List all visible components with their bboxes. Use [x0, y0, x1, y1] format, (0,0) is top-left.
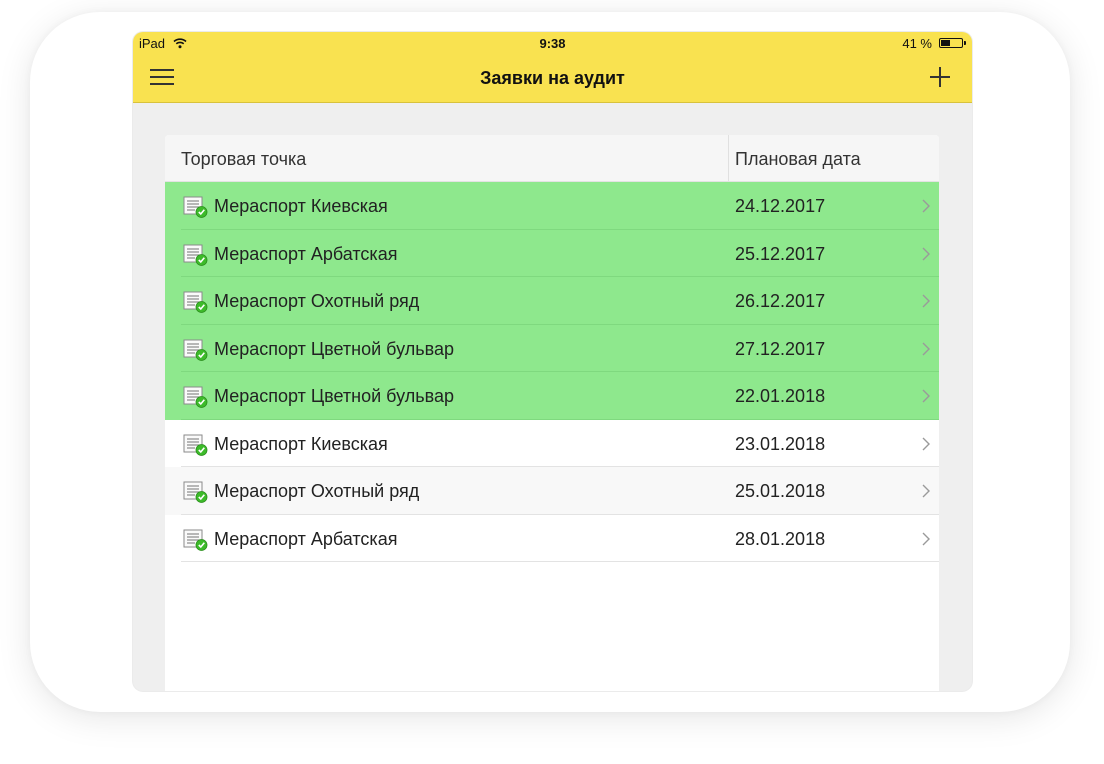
document-check-icon: [183, 244, 208, 266]
document-check-icon: [183, 529, 208, 551]
document-check-icon: [183, 291, 208, 313]
store-name: Мераспорт Охотный ряд: [214, 291, 420, 311]
chevron-right-icon: [922, 389, 930, 403]
table-row[interactable]: Мераспорт Охотный ряд 26.12.2017: [165, 277, 939, 325]
table-header: Торговая точка Плановая дата: [165, 135, 939, 182]
table-body: Мераспорт Киевская 24.12.2017 Мераспорт Ар…: [165, 182, 939, 562]
table-row[interactable]: Мераспорт Охотный ряд 25.01.2018: [165, 467, 939, 515]
table-row[interactable]: Мераспорт Цветной бульвар 22.01.2018: [165, 372, 939, 420]
store-name: Мераспорт Киевская: [214, 433, 388, 454]
column-header-store[interactable]: Торговая точка: [181, 149, 306, 170]
navigation-bar: iPad 9:38 41 % Заявки на аудит: [133, 32, 972, 103]
table-row[interactable]: Мераспорт Киевская 23.01.2018: [165, 419, 939, 467]
audit-requests-table: Торговая точка Плановая дата Мераспорт К…: [165, 135, 939, 691]
table-row[interactable]: Мераспорт Цветной бульвар 27.12.2017: [165, 324, 939, 372]
store-name: Мераспорт Арбатская: [214, 243, 398, 264]
store-name: Мераспорт Киевская: [214, 196, 388, 216]
table-row[interactable]: Мераспорт Арбатская 28.01.2018: [165, 514, 939, 562]
store-name: Мераспорт Охотный ряд: [214, 481, 420, 501]
planned-date: 27.12.2017: [735, 338, 826, 359]
planned-date: 23.01.2018: [735, 433, 826, 454]
document-check-icon: [183, 481, 208, 503]
document-check-icon: [183, 434, 208, 456]
battery-percent: 41 %: [902, 36, 932, 51]
chevron-right-icon: [922, 199, 930, 213]
store-name: Мераспорт Цветной бульвар: [214, 338, 454, 359]
chevron-right-icon: [922, 247, 930, 260]
column-header-date[interactable]: Плановая дата: [735, 149, 861, 170]
document-check-icon: [183, 196, 208, 218]
chevron-right-icon: [922, 484, 930, 498]
app-screen: iPad 9:38 41 % Заявки на аудит Торговая …: [133, 32, 972, 691]
table-row[interactable]: Мераспорт Киевская 24.12.2017: [165, 182, 939, 230]
column-divider: [728, 135, 729, 181]
chevron-right-icon: [922, 342, 930, 355]
document-check-icon: [183, 339, 208, 361]
planned-date: 25.01.2018: [735, 481, 826, 501]
battery-icon: [939, 38, 966, 48]
planned-date: 24.12.2017: [735, 196, 826, 216]
chevron-right-icon: [922, 532, 930, 545]
chevron-right-icon: [922, 437, 930, 450]
document-check-icon: [183, 386, 208, 408]
table-row[interactable]: Мераспорт Арбатская 25.12.2017: [165, 229, 939, 277]
planned-date: 28.01.2018: [735, 528, 826, 549]
store-name: Мераспорт Цветной бульвар: [214, 386, 454, 406]
status-bar: iPad 9:38 41 %: [133, 32, 972, 54]
page-title: Заявки на аудит: [480, 68, 625, 88]
add-icon[interactable]: [930, 67, 950, 87]
status-time: 9:38: [539, 36, 566, 51]
chevron-right-icon: [922, 294, 930, 308]
planned-date: 25.12.2017: [735, 243, 826, 264]
store-name: Мераспорт Арбатская: [214, 528, 398, 549]
planned-date: 26.12.2017: [735, 291, 826, 311]
planned-date: 22.01.2018: [735, 386, 826, 406]
